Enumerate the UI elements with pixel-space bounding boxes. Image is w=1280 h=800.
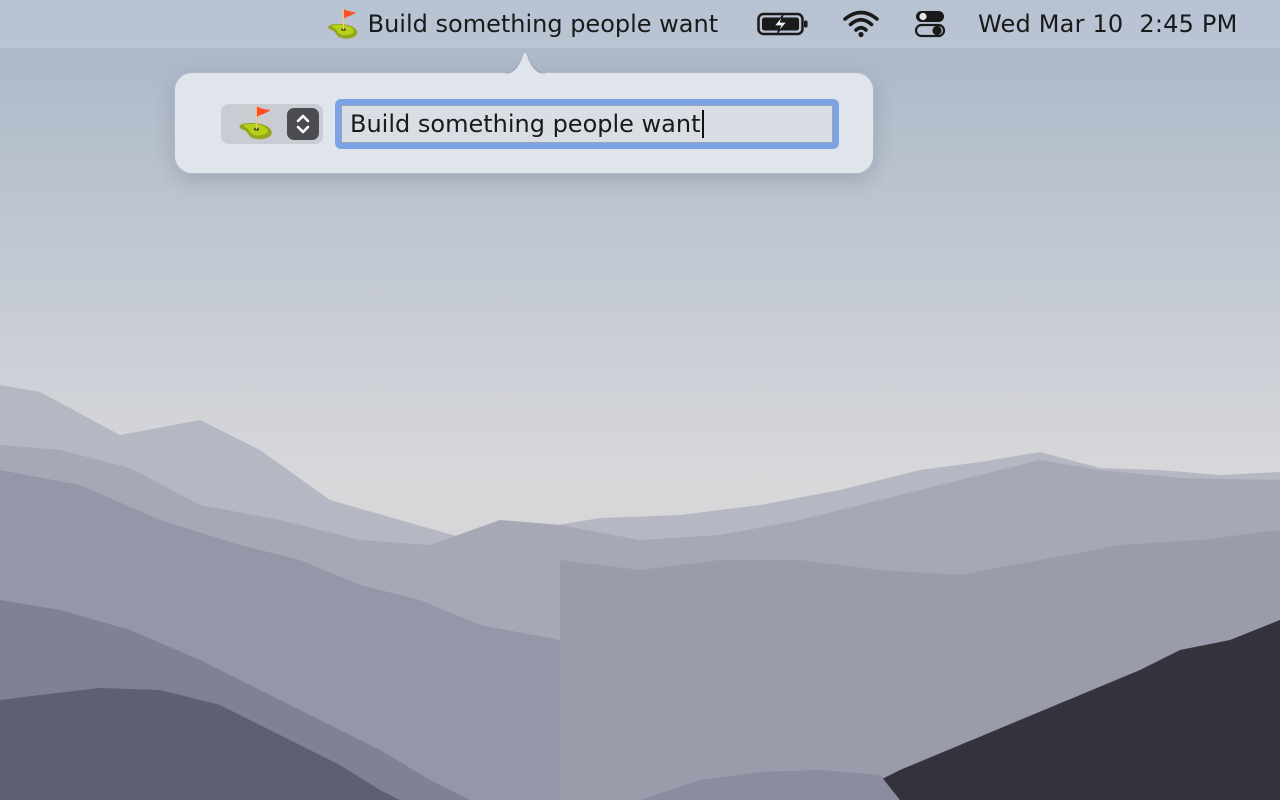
goal-input-field[interactable]: Build something people want	[335, 99, 839, 149]
menu-bar: ⛳️ Build something people want Wed Mar 1…	[0, 0, 1280, 48]
battery-menu-item[interactable]	[757, 0, 809, 48]
focus-menu-label: Build something people want	[367, 10, 719, 38]
control-center-icon	[914, 11, 946, 38]
battery-charging-icon	[757, 12, 808, 36]
emoji-stepper-button[interactable]	[287, 108, 319, 140]
focus-goal-popover: ⛳️ Build something people want	[174, 51, 874, 174]
chevron-up-down-icon	[296, 114, 310, 134]
desktop: ⛳️ Build something people want Wed Mar 1…	[0, 0, 1280, 800]
flag-in-hole-icon: ⛳️	[326, 8, 360, 40]
clock-time: 2:45 PM	[1139, 10, 1238, 38]
goal-input-inner[interactable]: Build something people want	[341, 105, 833, 143]
control-center-menu-item[interactable]	[913, 0, 947, 48]
clock-date: Wed Mar 10	[978, 10, 1124, 38]
wifi-menu-item[interactable]	[843, 0, 879, 48]
goal-input-text: Build something people want	[350, 110, 701, 138]
selected-emoji: ⛳️	[237, 106, 275, 141]
clock-menu-item[interactable]: Wed Mar 10 2:45 PM	[978, 0, 1238, 48]
emoji-picker[interactable]: ⛳️	[221, 104, 323, 144]
text-caret	[701, 110, 704, 138]
popover-arrow	[505, 51, 545, 74]
wifi-icon	[843, 10, 879, 38]
focus-menu-item[interactable]: ⛳️ Build something people want	[326, 0, 718, 48]
